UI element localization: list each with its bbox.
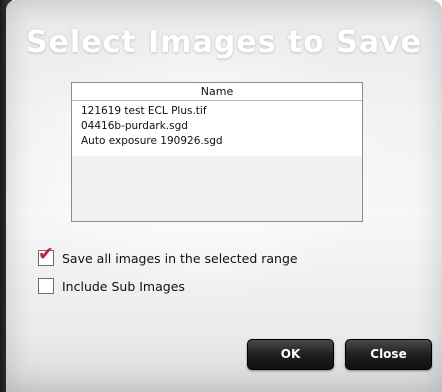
checkmark-icon: ✔ [38,243,54,265]
save-all-checkbox[interactable]: ✔ [38,245,54,266]
include-sub-option[interactable]: Include Sub Images [38,277,185,295]
save-all-label[interactable]: Save all images in the selected range [62,251,298,266]
list-item[interactable]: Auto exposure 190926.sgd [72,134,362,149]
list-item[interactable]: 121619 test ECL Plus.tif [72,104,362,119]
save-images-dialog: Select Images to Save Name 121619 test E… [6,0,442,392]
ok-button[interactable]: OK [247,339,334,370]
dialog-title: Select Images to Save [25,25,423,60]
image-list-rows: 121619 test ECL Plus.tif 04416b-purdark.… [72,101,362,156]
save-all-option[interactable]: ✔ Save all images in the selected range [38,245,298,267]
column-header-name[interactable]: Name [72,83,362,101]
include-sub-label[interactable]: Include Sub Images [62,279,185,294]
include-sub-checkbox[interactable] [38,278,54,294]
close-button[interactable]: Close [345,339,432,370]
list-item[interactable]: 04416b-purdark.sgd [72,119,362,134]
image-list[interactable]: Name 121619 test ECL Plus.tif 04416b-pur… [71,82,363,222]
